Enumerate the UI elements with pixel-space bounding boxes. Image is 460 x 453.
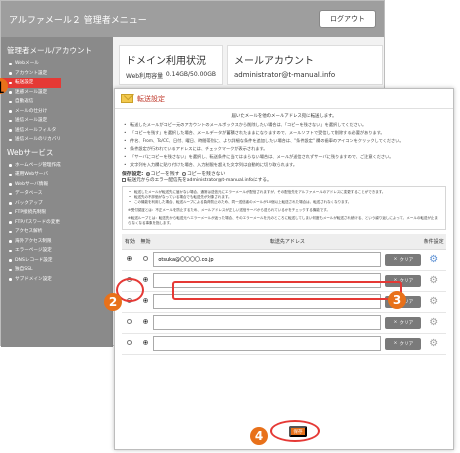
info-bullet: 「コピーを残す」を選択した場合、メールデータが蓄積されたままになりますので、メー…: [122, 130, 446, 136]
sidebar-item-ssl[interactable]: 独自SSL: [7, 265, 113, 275]
note-loop: ※転送ループとは：転送先から転送元へエラーメールが返った場合、そのエラーメールを…: [128, 216, 438, 225]
screenshot-stage: アルファメール２ 管理者メニュー ログアウト 管理者メール/アカウント Webメ…: [0, 0, 460, 453]
sidebar-item-overseas[interactable]: 海外アクセス制限: [7, 237, 113, 247]
gear-icon[interactable]: ⚙: [429, 317, 439, 328]
sidebar-item-ftp-password[interactable]: FTPパスワードの変更: [7, 218, 113, 228]
disabled-radio[interactable]: [143, 298, 149, 303]
gear-icon[interactable]: ⚙: [429, 338, 439, 349]
mail-account-email: administrator@t-manual.info: [234, 71, 336, 79]
table-header-row: 有効 無効 転送先アドレス 条件設定: [122, 234, 446, 250]
no-copy-radio[interactable]: [181, 171, 186, 176]
dialog-body: 届いたメールを他のメールアドレス宛に転送します。 転送したメールがコピー元のアカ…: [115, 109, 453, 359]
sidebar-item-autoreply[interactable]: 自動返信: [7, 97, 113, 107]
sidebar-section-mail: 管理者メール/アカウント: [7, 46, 93, 55]
note-item: この機能を利用した場合、転送ループによる負荷防止のため、同一送信者のメールが10…: [128, 200, 440, 205]
enabled-radio[interactable]: [127, 319, 133, 324]
sidebar-item-send-settings[interactable]: 送信メール設定: [7, 116, 113, 126]
envelope-icon: [121, 94, 133, 103]
domain-usage-row: Web利用容量 0.14GB/50.00GB: [120, 71, 222, 80]
col-address: 転送先アドレス: [153, 234, 422, 250]
address-input[interactable]: [153, 315, 382, 330]
clear-button[interactable]: × クリア: [385, 337, 422, 350]
domain-usage-label: Web利用容量: [126, 73, 164, 80]
info-bullet: 文字列を入力欄に貼り付けた場合、入力制限を超えた文字列は自動的に切り取られます。: [122, 162, 446, 168]
address-input[interactable]: [153, 336, 382, 351]
mail-account-card: メールアカウント administrator@t-manual.info: [227, 45, 383, 85]
clear-label: クリア: [399, 320, 414, 326]
dialog-intro: 届いたメールを他のメールアドレス宛に転送します。: [231, 114, 337, 119]
app-header: アルファメール２ 管理者メニュー ログアウト: [1, 1, 384, 37]
info-bullet: 「サーバにコピーを残さない」を選択し、転送条件に当てはまらない場合は、メールが送…: [122, 154, 446, 160]
sidebar-item-ftp-limit[interactable]: FTP接続先制限: [7, 208, 113, 218]
clear-label: クリア: [399, 341, 414, 347]
sidebar-item-access[interactable]: アクセス解析: [7, 227, 113, 237]
enabled-radio[interactable]: [127, 340, 133, 345]
annotation-3-marker: 3: [388, 291, 406, 309]
sidebar: 管理者メール/アカウント Webメール アカウント設定 転送設定 迷惑メール設定…: [1, 37, 113, 347]
sidebar-item-webserver[interactable]: 運用Webサーバ: [7, 170, 113, 180]
sidebar-item-backup[interactable]: バックアップ: [7, 199, 113, 209]
sidebar-item-webmail[interactable]: Webメール: [7, 59, 113, 69]
info-bullet: 件名、From、To/CC、日付、曜日、時間帯別に、より詳細な条件を追加したい場…: [122, 138, 446, 144]
sidebar-item-subdomain[interactable]: サブドメイン設定: [7, 275, 113, 285]
error-dest-row: 転送元からのエラー配信先をadministrator@t-manual.info…: [122, 177, 446, 183]
note-auth: ※受付認証とは：不正メールを防止するため、メールアドレスが正しい送信サーバから送…: [128, 208, 330, 212]
forwarding-dialog: 転送設定 届いたメールを他のメールアドレス宛に転送します。 転送したメールがコピ…: [114, 88, 454, 450]
sidebar-section-web: Webサービス: [7, 147, 54, 157]
clear-button[interactable]: × クリア: [385, 316, 422, 329]
domain-usage-value: 0.14GB/50.00GB: [165, 71, 216, 78]
clear-button[interactable]: × クリア: [385, 253, 422, 266]
annotation-4-marker: 4: [250, 427, 268, 445]
sidebar-item-recovery[interactable]: 送信メールのリカバリ: [7, 135, 113, 145]
col-disabled: 無効: [137, 234, 154, 250]
sidebar-item-forwarding[interactable]: 転送設定: [1, 78, 61, 88]
mail-account-title: メールアカウント: [234, 56, 314, 67]
disabled-radio[interactable]: [143, 277, 149, 282]
clear-label: クリア: [399, 257, 414, 263]
error-dest-checkbox[interactable]: [122, 177, 126, 182]
keep-copy-radio[interactable]: [145, 171, 150, 176]
table-row: × クリア ⚙: [122, 333, 446, 355]
sidebar-item-webserver-info[interactable]: Webサーバ情報: [7, 180, 113, 190]
info-bullet: 転送したメールがコピー元のアカウントのメールボックスから削除したい場合は、「コピ…: [122, 122, 446, 128]
table-row: otsuka@〇〇〇〇.co.jp × クリア ⚙: [122, 249, 446, 271]
sidebar-item-spam[interactable]: 迷惑メール設定: [7, 88, 113, 98]
address-input[interactable]: otsuka@〇〇〇〇.co.jp: [153, 252, 382, 267]
dialog-titlebar: 転送設定: [115, 89, 453, 109]
annotation-save-highlight: [270, 420, 320, 442]
info-bullet: 条件設定が行われているアドレスには、チェックマークが表示されます。: [122, 146, 446, 152]
sidebar-item-database[interactable]: データベース: [7, 189, 113, 199]
logout-button[interactable]: ログアウト: [319, 10, 376, 28]
sidebar-item-homepage[interactable]: ホームページ管理作成: [7, 161, 113, 171]
disabled-radio[interactable]: [143, 319, 149, 324]
annotation-2-marker: 2: [104, 293, 122, 311]
domain-usage-title: ドメイン利用状況: [126, 56, 206, 67]
col-enabled: 有効: [122, 234, 138, 250]
sidebar-item-dns[interactable]: DNSレコード設定: [7, 256, 113, 266]
gear-icon[interactable]: ⚙: [429, 296, 439, 307]
sidebar-item-account[interactable]: アカウント設定: [7, 69, 113, 79]
annotation-address-highlight: [172, 281, 402, 300]
dialog-title: 転送設定: [137, 94, 165, 103]
notes-box: 転送したメールが転送先に届かない場合、通常は送信元にエラーメールが配信されますが…: [122, 186, 446, 230]
copy-setting-row: 保存設定: コピーを残す コピーを残さない: [122, 170, 446, 177]
disabled-radio[interactable]: [143, 256, 149, 261]
error-dest-label: 転送元からのエラー配信先をadministrator@t-manual.info…: [127, 178, 272, 183]
col-condition: 条件設定: [421, 234, 446, 250]
domain-usage-card: ドメイン利用状況 Web利用容量 0.14GB/50.00GB: [119, 45, 223, 85]
sidebar-item-errorpage[interactable]: エラーページ設定: [7, 246, 113, 256]
gear-icon[interactable]: ⚙: [429, 275, 439, 286]
sidebar-item-send-filter[interactable]: 送信メールフィルタ: [7, 126, 113, 136]
gear-icon[interactable]: ⚙: [429, 254, 439, 265]
disabled-radio[interactable]: [143, 340, 149, 345]
app-title: アルファメール２ 管理者メニュー: [9, 15, 147, 26]
enabled-radio[interactable]: [127, 256, 133, 261]
sidebar-item-sort[interactable]: メールの仕分け: [7, 107, 113, 117]
table-row: × クリア ⚙: [122, 312, 446, 334]
